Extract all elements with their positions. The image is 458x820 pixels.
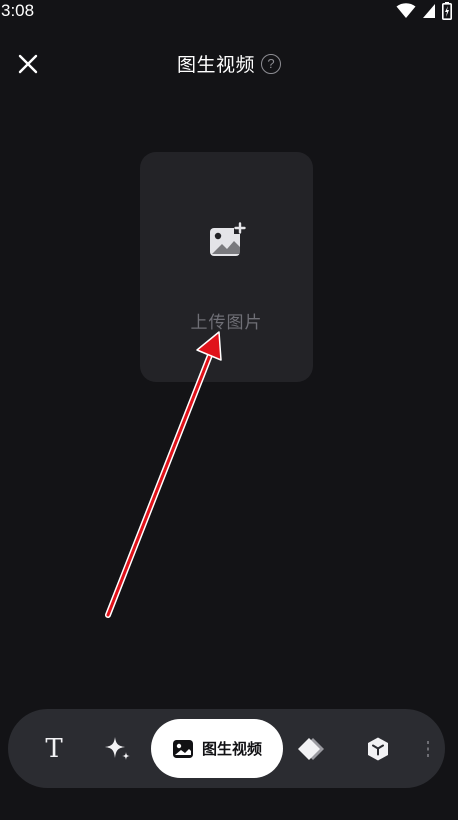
status-time: 3:08 <box>1 1 35 20</box>
3d-tool-button[interactable] <box>358 709 398 788</box>
diamond-layers-icon <box>298 737 324 760</box>
add-image-icon <box>210 222 246 256</box>
cube-icon <box>368 737 388 760</box>
image-to-video-tab[interactable]: 图生视频 <box>151 719 283 778</box>
annotation-arrow <box>105 331 222 618</box>
layers-tool-button[interactable] <box>293 709 333 788</box>
upload-label: 上传图片 <box>190 313 263 333</box>
help-icon[interactable]: ? <box>261 53 281 74</box>
image-icon <box>172 739 193 758</box>
status-bar: 3:08 <box>0 0 458 26</box>
ai-sparkle-tool-button[interactable] <box>98 709 138 788</box>
upload-image-card[interactable]: 上传图片 <box>140 152 313 382</box>
more-icon <box>427 740 429 757</box>
image-to-video-tab-label: 图生视频 <box>201 740 262 758</box>
image-to-video-screen: 3:08 图生视频 ? 上传图片 T 图生视频 <box>0 0 458 820</box>
sparkle-icon <box>105 736 130 760</box>
battery-icon <box>442 2 452 20</box>
more-tool-button[interactable] <box>421 709 435 788</box>
text-icon: T <box>45 733 63 764</box>
text-tool-button[interactable]: T <box>34 709 74 788</box>
page-title: 图生视频 <box>176 54 255 76</box>
signal-icon <box>423 4 435 18</box>
tool-bar: T 图生视频 <box>8 709 445 788</box>
wifi-icon <box>396 3 416 19</box>
status-icons <box>396 2 452 20</box>
header: 图生视频 ? <box>0 50 458 77</box>
